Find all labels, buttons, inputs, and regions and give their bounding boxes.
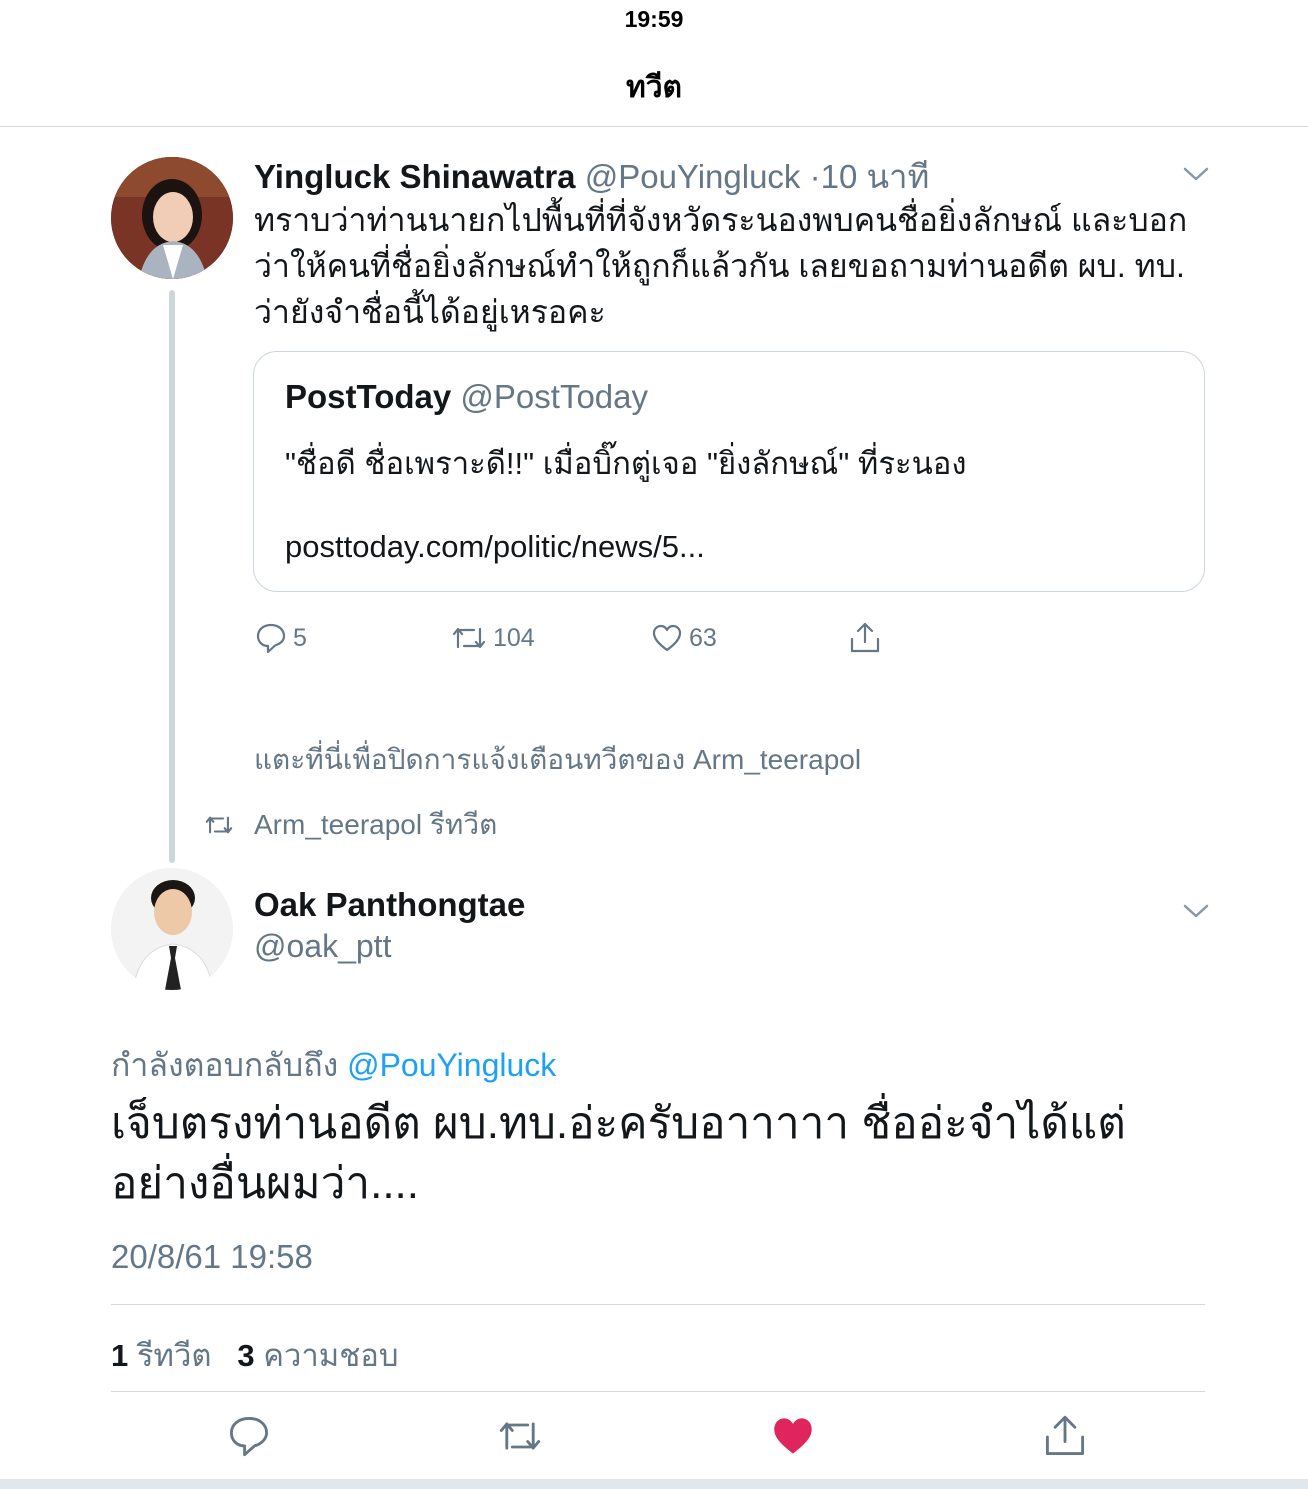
avatar-oak[interactable] [111,868,233,990]
main-author-name[interactable]: Oak Panthongtae [254,886,525,924]
engagement-stats: 1 รีทวีต 3 ความชอบ [111,1330,399,1380]
mute-notification-link[interactable]: แตะที่นี่เพื่อปิดการแจ้งเตือนทวีตของ Arm… [254,738,861,782]
share-button[interactable] [848,620,882,656]
replying-to-label: กำลังตอบกลับถึง [111,1047,339,1083]
reply-icon [256,623,286,654]
main-tweet-timestamp: 20/8/61 19:58 [111,1238,313,1275]
quoted-tweet-link[interactable]: posttoday.com/politic/news/5... [285,529,705,565]
retweet-button[interactable]: 104 [451,620,535,656]
like-total[interactable]: 3 [237,1338,254,1373]
header-divider [0,126,1308,127]
retweet-total[interactable]: 1 [111,1338,128,1373]
parent-author-name[interactable]: Yingluck Shinawatra [254,158,576,195]
avatar-image [111,157,233,279]
parent-author-handle[interactable]: @PouYingluck [585,158,801,195]
share-icon[interactable] [1043,1414,1087,1458]
retweet-icon [452,627,486,649]
bottom-edge [0,1479,1308,1489]
avatar-yingluck[interactable] [111,157,233,279]
retweet-icon[interactable] [498,1414,542,1458]
share-icon [850,622,880,653]
quoted-tweet-text: "ชื่อดี ชื่อเพราะดี!!" เมื่อบิ๊กตู่เจอ "… [285,446,967,481]
retweet-count: 104 [493,623,535,652]
main-tweet-text: เจ็บตรงท่านอดีต ผบ.ทบ.อ่ะครับอาาาาา ชื่อ… [111,1099,1126,1208]
avatar-image [111,868,233,990]
retweeted-by-label: Arm_teerapol รีทวีต [254,809,498,840]
like-icon[interactable] [771,1414,815,1458]
chevron-down-icon[interactable] [1183,166,1209,182]
like-count: 63 [689,623,717,652]
like-total-label[interactable]: ความชอบ [263,1338,398,1373]
retweet-total-label[interactable]: รีทวีต [137,1338,212,1373]
separator-dot: · [809,158,821,195]
like-icon [652,624,682,652]
reply-mention-link[interactable]: @PouYingluck [347,1047,556,1083]
status-bar-time: 19:59 [624,6,684,32]
thread-connector [169,290,175,863]
quoted-author-name: PostToday [285,378,452,415]
reply-icon[interactable] [227,1414,271,1458]
parent-tweet-header: Yingluck Shinawatra @PouYingluck ·10 นาท… [254,150,929,203]
chevron-down-icon[interactable] [1183,903,1209,919]
like-button[interactable]: 63 [651,620,717,656]
divider [111,1304,1205,1305]
parent-tweet-text: ทราบว่าท่านนายกไปพื้นที่ที่จังหวัดระนองพ… [254,202,1188,330]
retweeted-by-row[interactable]: Arm_teerapol รีทวีต [204,803,497,847]
reply-button[interactable]: 5 [255,620,307,656]
quoted-tweet-header: PostToday @PostToday [285,378,648,416]
reply-count: 5 [293,623,307,652]
main-author-handle[interactable]: @oak_ptt [254,928,391,965]
parent-tweet-time: 10 นาที [820,158,930,195]
quoted-tweet-card[interactable]: PostToday @PostToday "ชื่อดี ชื่อเพราะดี… [253,351,1205,592]
divider [111,1391,1205,1392]
quoted-author-handle: @PostToday [460,378,649,415]
page-title: ทวีต [625,71,683,104]
retweet-icon [205,816,233,834]
replying-to-line: กำลังตอบกลับถึง @PouYingluck [111,1040,556,1091]
